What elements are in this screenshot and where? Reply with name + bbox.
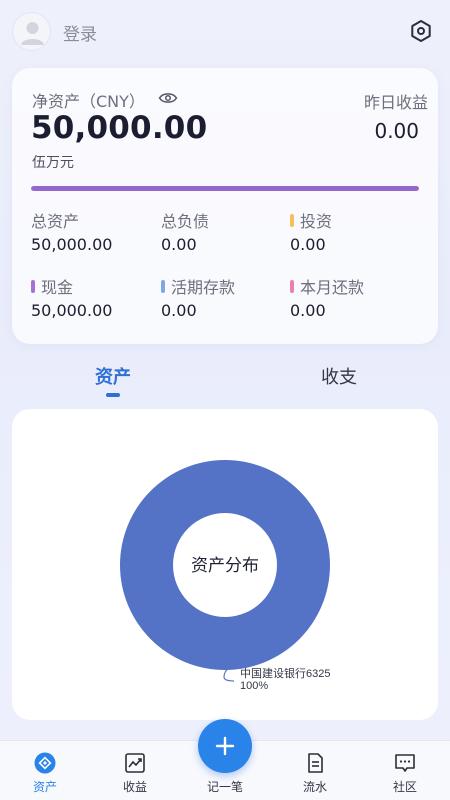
nav-label: 社区 [392, 780, 417, 794]
stat-value: 0.00 [161, 301, 197, 320]
legend-dot [161, 279, 165, 293]
stat-label: 投资 [300, 212, 333, 231]
stat-total-liabilities[interactable]: 总负债 0.00 [161, 208, 289, 254]
stat-demand-deposit[interactable]: 活期存款 0.00 [161, 274, 289, 320]
legend-dot [290, 213, 294, 227]
net-worth-value: 50,000.00 [31, 110, 208, 146]
legend-dot [290, 279, 294, 293]
avatar[interactable] [12, 12, 51, 51]
stat-label: 现金 [41, 278, 74, 297]
nav-earnings[interactable]: 收益 [100, 741, 170, 800]
yesterday-earnings-label: 昨日收益 [363, 93, 428, 112]
stat-label: 活期存款 [171, 278, 236, 297]
nav-transactions[interactable]: 流水 [280, 741, 350, 800]
tab-income-expense[interactable]: 收支 [279, 363, 399, 389]
top-bar: 登录 [0, 0, 450, 62]
chart-center-label: 资产分布 [191, 556, 259, 575]
stat-total-assets[interactable]: 总资产 50,000.00 [31, 208, 159, 254]
trend-chart-icon [125, 753, 145, 773]
yesterday-earnings-value: 0.00 [374, 119, 419, 143]
chat-bubble-icon [395, 754, 415, 772]
slice-percent-label: 100% [240, 680, 268, 692]
stat-value: 50,000.00 [31, 301, 113, 320]
plus-icon [215, 736, 235, 756]
net-worth-card: 净资产（CNY） 50,000.00 伍万元 昨日收益 0.00 总资产 50,… [12, 68, 438, 344]
net-worth-label: 净资产（CNY） [32, 92, 145, 111]
stat-value: 50,000.00 [31, 235, 113, 254]
stat-value: 0.00 [161, 235, 197, 254]
asset-progress-fill [31, 186, 419, 191]
nav-label: 收益 [122, 780, 147, 794]
settings-button[interactable] [408, 18, 434, 44]
tab-assets[interactable]: 资产 [53, 363, 173, 389]
eye-icon[interactable] [158, 91, 178, 105]
asset-distribution-card: 资产分布 中国建设银行6325 100% [12, 409, 438, 720]
assets-icon [34, 752, 56, 774]
asset-progress-bar [31, 186, 419, 191]
stat-value: 0.00 [290, 301, 326, 320]
settings-icon [411, 20, 431, 42]
add-record-button[interactable] [198, 719, 252, 773]
nav-assets[interactable]: 资产 [10, 741, 80, 800]
nav-community[interactable]: 社区 [370, 741, 440, 800]
nav-label: 流水 [302, 780, 327, 794]
stat-label: 本月还款 [300, 278, 365, 297]
stat-cash[interactable]: 现金 50,000.00 [31, 274, 159, 320]
user-icon [21, 22, 44, 45]
net-worth-in-words: 伍万元 [32, 155, 74, 171]
slice-name-label: 中国建设银行6325 [240, 666, 330, 680]
stat-investment[interactable]: 投资 0.00 [290, 208, 418, 254]
stat-monthly-repayment[interactable]: 本月还款 0.00 [290, 274, 418, 320]
nav-label: 资产 [32, 780, 57, 794]
active-tab-indicator [106, 393, 120, 397]
stat-label: 总资产 [31, 212, 80, 231]
nav-label: 记一笔 [206, 780, 243, 794]
legend-dot [31, 279, 35, 293]
login-link[interactable]: 登录 [63, 20, 97, 45]
document-icon [308, 753, 323, 773]
stat-label: 总负债 [161, 212, 210, 231]
asset-distribution-chart: 资产分布 中国建设银行6325 100% [120, 460, 330, 692]
stat-value: 0.00 [290, 235, 326, 254]
